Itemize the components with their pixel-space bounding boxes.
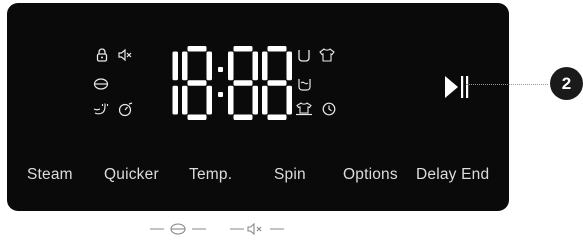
shirt-icon bbox=[319, 48, 335, 62]
digit-4-segment-f bbox=[262, 51, 268, 81]
digit-4-segment-e bbox=[262, 85, 268, 115]
colon-dot-bottom bbox=[218, 92, 223, 97]
rinse-hold-icon bbox=[297, 77, 312, 91]
digit-4-segment-g bbox=[267, 80, 287, 86]
hand-wash-icon bbox=[93, 102, 110, 116]
mute-icon bbox=[117, 48, 132, 62]
wool-icon bbox=[295, 102, 313, 116]
play-pause-icon bbox=[445, 76, 469, 98]
delay-end-button[interactable]: Delay End bbox=[416, 166, 489, 184]
control-panel: Steam Quicker Temp. Spin Options Delay E… bbox=[7, 3, 509, 211]
digit-3-segment-e bbox=[228, 85, 234, 115]
delay-clock-icon bbox=[322, 102, 336, 116]
digit-2-segment-b bbox=[206, 51, 212, 81]
digit-1-segment-c bbox=[172, 85, 178, 115]
quick-wash-icon bbox=[118, 102, 134, 117]
steam-button[interactable]: Steam bbox=[27, 166, 73, 184]
child-lock-icon bbox=[95, 48, 109, 62]
digit-3-segment-b bbox=[252, 51, 258, 81]
options-button[interactable]: Options bbox=[343, 166, 398, 184]
digit-2-segment-g bbox=[187, 80, 207, 86]
callout-badge: 2 bbox=[550, 67, 583, 100]
digit-4-segment-b bbox=[286, 51, 292, 81]
temp-button[interactable]: Temp. bbox=[189, 166, 232, 184]
digit-2-segment-a bbox=[187, 46, 207, 52]
digit-3-segment-c bbox=[252, 85, 258, 115]
digit-2-segment-c bbox=[206, 85, 212, 115]
time-display bbox=[172, 46, 292, 120]
spin-button[interactable]: Spin bbox=[274, 166, 306, 184]
digit-4-segment-c bbox=[286, 85, 292, 115]
prewash-tub-icon bbox=[297, 48, 311, 62]
digit-2-segment-f bbox=[182, 51, 188, 81]
digit-4-segment-a bbox=[267, 46, 287, 52]
mute-legend-icon bbox=[230, 222, 284, 241]
digit-3-segment-d bbox=[233, 114, 253, 120]
eco-icon bbox=[93, 77, 109, 91]
start-pause-button[interactable] bbox=[444, 75, 470, 101]
quicker-button[interactable]: Quicker bbox=[104, 166, 159, 184]
eco-legend-icon bbox=[150, 222, 206, 241]
colon-dot-top bbox=[218, 67, 223, 72]
digit-4-segment-d bbox=[267, 114, 287, 120]
digit-3-segment-a bbox=[233, 46, 253, 52]
digit-3-segment-f bbox=[228, 51, 234, 81]
digit-2-segment-d bbox=[187, 114, 207, 120]
callout-leader-line bbox=[466, 84, 548, 85]
digit-3-segment-g bbox=[233, 80, 253, 86]
digit-2-segment-e bbox=[182, 85, 188, 115]
digit-1-segment-b bbox=[172, 51, 178, 81]
